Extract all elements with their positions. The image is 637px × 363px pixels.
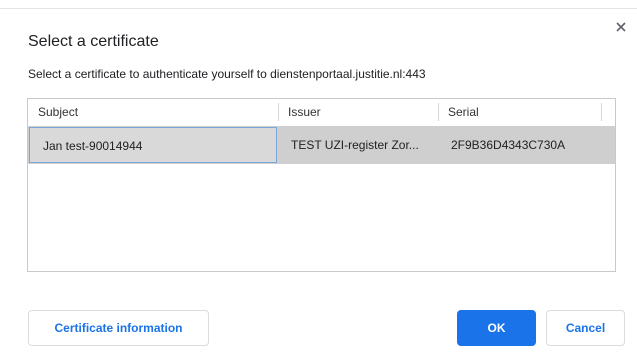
top-divider [0, 8, 637, 9]
column-divider[interactable] [278, 103, 279, 121]
certificate-dialog: Select a certificate Select a certificat… [0, 0, 637, 363]
cell-subject: Jan test-90014944 [29, 127, 277, 163]
table-header: Subject Issuer Serial [28, 99, 615, 125]
column-header-subject[interactable]: Subject [28, 99, 278, 125]
column-header-issuer[interactable]: Issuer [278, 99, 438, 125]
column-header-serial[interactable]: Serial [438, 99, 601, 125]
column-divider[interactable] [601, 103, 602, 121]
certificate-table: Subject Issuer Serial Jan test-90014944 … [27, 98, 616, 272]
cell-serial: 2F9B36D4343C730A [451, 138, 566, 152]
table-row[interactable]: Jan test-90014944 TEST UZI-register Zor.… [28, 126, 615, 164]
column-divider[interactable] [438, 103, 439, 121]
cancel-button[interactable]: Cancel [546, 310, 625, 346]
certificate-information-button[interactable]: Certificate information [28, 310, 209, 346]
ok-button[interactable]: OK [457, 310, 536, 346]
dialog-subtitle: Select a certificate to authenticate you… [28, 67, 426, 81]
dialog-title: Select a certificate [28, 33, 159, 50]
cell-issuer: TEST UZI-register Zor... [291, 138, 419, 152]
close-icon[interactable] [614, 20, 628, 34]
